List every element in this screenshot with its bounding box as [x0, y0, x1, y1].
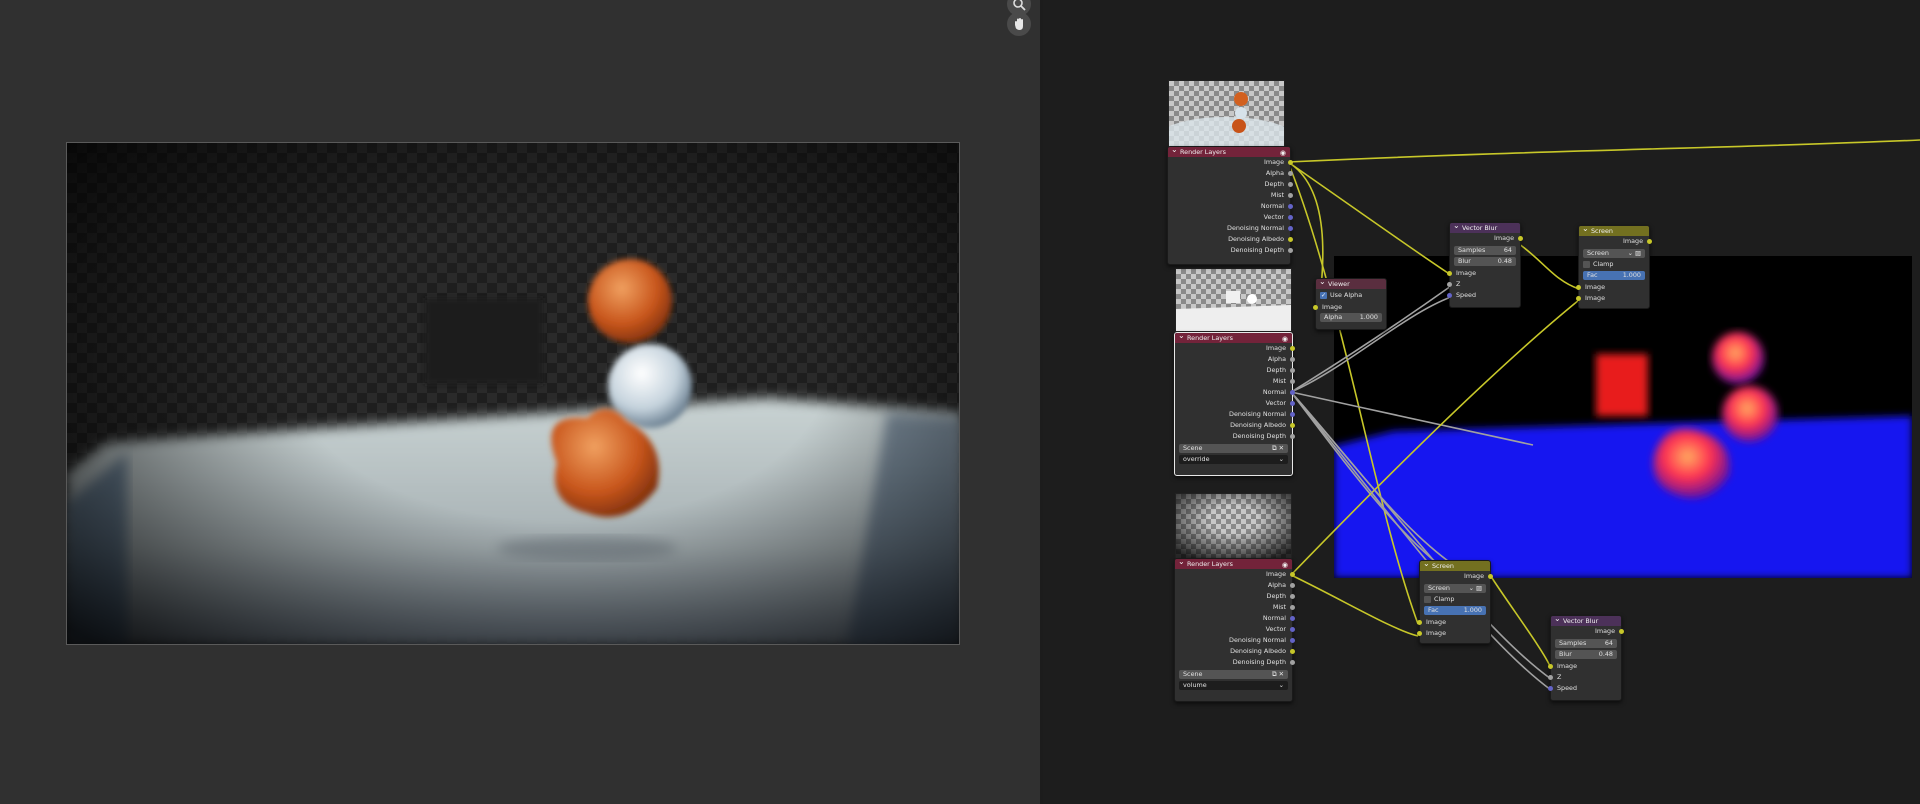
output-socket-image[interactable]: Image — [1450, 233, 1523, 244]
samples-field[interactable]: Samples 64 — [1454, 246, 1516, 255]
output-socket-alpha[interactable]: Alpha — [1175, 580, 1295, 591]
node-title: Vector Blur — [1563, 617, 1599, 625]
output-socket-denoising-normal[interactable]: Denoising Normal — [1175, 635, 1295, 646]
output-socket-mist[interactable]: Mist — [1168, 190, 1293, 201]
output-socket-image[interactable]: Image — [1579, 236, 1652, 247]
vector-blur-node-2[interactable]: Vector Blur Image Samples64 Blur0.48 Ima… — [1548, 614, 1624, 701]
input-socket-z[interactable]: Z — [1548, 672, 1621, 683]
output-socket-depth[interactable]: Depth — [1175, 365, 1295, 376]
output-socket-image[interactable]: Image — [1168, 157, 1293, 168]
output-socket-mist[interactable]: Mist — [1175, 376, 1295, 387]
link — [1290, 299, 1580, 576]
clamp-checkbox[interactable]: Clamp — [1583, 260, 1645, 269]
vector-blur-node-1[interactable]: Vector Blur Image Samples64 Blur0.48 Ima… — [1447, 221, 1523, 308]
screen-mix-node-2[interactable]: Screen Image Screen⌄ ▨ Clamp Fac1.000 Im… — [1417, 559, 1493, 644]
layer-selector[interactable]: override ⌄ — [1179, 455, 1288, 464]
link — [1290, 574, 1419, 637]
output-socket-normal[interactable]: Normal — [1175, 387, 1295, 398]
blur-field[interactable]: Blur 0.48 — [1454, 257, 1516, 266]
link — [1287, 139, 1920, 163]
output-socket-depth[interactable]: Depth — [1175, 591, 1295, 602]
output-socket-normal[interactable]: Normal — [1175, 613, 1295, 624]
output-socket-image[interactable]: Image — [1420, 571, 1493, 582]
node-header[interactable]: Vector Blur — [1450, 221, 1520, 233]
input-socket-image[interactable]: Image — [1313, 302, 1386, 313]
node-header[interactable]: Render Layers◉ — [1168, 145, 1290, 157]
node-title: Screen — [1432, 562, 1454, 570]
viewer-node[interactable]: Viewer ✓Use Alpha Image Alpha1.000 — [1313, 277, 1387, 330]
node-title: Render Layers — [1187, 334, 1233, 342]
node-title: Render Layers — [1187, 560, 1233, 568]
input-socket-speed[interactable]: Speed — [1447, 290, 1520, 301]
blend-mode-dropdown[interactable]: Screen ⌄ ▨ — [1583, 249, 1645, 258]
input-socket-image-1[interactable]: Image — [1576, 282, 1649, 293]
output-socket-denoising-normal[interactable]: Denoising Normal — [1175, 409, 1295, 420]
link — [1287, 161, 1452, 276]
output-socket-vector[interactable]: Vector — [1175, 624, 1295, 635]
render-layers-3-preview — [1175, 493, 1292, 559]
scene-selector[interactable]: Scene ⧉ ✕ — [1179, 444, 1288, 453]
output-socket-image[interactable]: Image — [1175, 569, 1295, 580]
output-socket-denoising-depth[interactable]: Denoising Depth — [1168, 245, 1293, 256]
render-layers-2-preview — [1175, 268, 1292, 332]
node-header[interactable]: Screen — [1579, 224, 1649, 236]
blur-field[interactable]: Blur 0.48 — [1555, 650, 1617, 659]
link — [1290, 391, 1449, 562]
clamp-checkbox[interactable]: Clamp — [1424, 595, 1486, 604]
render-layers-1-preview — [1168, 80, 1285, 148]
output-socket-denoising-albedo[interactable]: Denoising Albedo — [1175, 420, 1295, 431]
output-socket-denoising-albedo[interactable]: Denoising Albedo — [1168, 234, 1293, 245]
input-socket-image-2[interactable]: Image — [1576, 293, 1649, 304]
alpha-field[interactable]: Alpha 1.000 — [1320, 313, 1382, 322]
link — [1287, 161, 1419, 625]
node-header[interactable]: Render Layers◉ — [1175, 557, 1292, 569]
node-header[interactable]: Vector Blur — [1551, 614, 1621, 626]
link — [1514, 240, 1580, 290]
render-layers-node-3[interactable]: Render Layers◉ Image Alpha Depth Mist No… — [1174, 557, 1295, 702]
render-layers-node-2[interactable]: Render Layers◉ Image Alpha Depth Mist No… — [1174, 331, 1295, 476]
render-result-image — [66, 142, 960, 645]
output-socket-alpha[interactable]: Alpha — [1168, 168, 1293, 179]
input-socket-image-1[interactable]: Image — [1417, 617, 1490, 628]
output-socket-alpha[interactable]: Alpha — [1175, 354, 1295, 365]
blend-mode-dropdown[interactable]: Screen ⌄ ▨ — [1424, 584, 1486, 593]
input-socket-image-2[interactable]: Image — [1417, 628, 1490, 639]
output-socket-denoising-depth[interactable]: Denoising Depth — [1175, 431, 1295, 442]
layer-selector[interactable]: volume ⌄ — [1179, 681, 1288, 690]
fac-slider[interactable]: Fac 1.000 — [1424, 606, 1486, 615]
hand-icon[interactable] — [1007, 12, 1031, 36]
fac-slider[interactable]: Fac 1.000 — [1583, 271, 1645, 280]
input-socket-z[interactable]: Z — [1447, 279, 1520, 290]
samples-field[interactable]: Samples 64 — [1555, 639, 1617, 648]
output-socket-vector[interactable]: Vector — [1168, 212, 1293, 223]
node-title: Render Layers — [1180, 148, 1226, 156]
node-title: Viewer — [1328, 280, 1350, 288]
scene-selector[interactable]: Scene ⧉ ✕ — [1179, 670, 1288, 679]
input-socket-image[interactable]: Image — [1447, 268, 1520, 279]
output-socket-depth[interactable]: Depth — [1168, 179, 1293, 190]
output-socket-vector[interactable]: Vector — [1175, 398, 1295, 409]
screen-mix-node-1[interactable]: Screen Image Screen⌄ ▨ Clamp Fac1.000 Im… — [1576, 224, 1652, 309]
output-socket-denoising-normal[interactable]: Denoising Normal — [1168, 223, 1293, 234]
input-socket-speed[interactable]: Speed — [1548, 683, 1621, 694]
node-header[interactable]: Viewer — [1316, 277, 1386, 289]
output-socket-image[interactable]: Image — [1175, 343, 1295, 354]
render-preview-editor — [0, 0, 1040, 804]
compositor-node-editor[interactable]: Render Layers◉ Image Alpha Depth Mist No… — [1043, 0, 1920, 804]
output-socket-image[interactable]: Image — [1551, 626, 1624, 637]
output-socket-denoising-albedo[interactable]: Denoising Albedo — [1175, 646, 1295, 657]
use-alpha-checkbox[interactable]: ✓ Use Alpha — [1320, 291, 1382, 300]
node-header[interactable]: Render Layers◉ — [1175, 331, 1292, 343]
input-socket-image[interactable]: Image — [1548, 661, 1621, 672]
output-socket-normal[interactable]: Normal — [1168, 201, 1293, 212]
render-layers-node-1[interactable]: Render Layers◉ Image Alpha Depth Mist No… — [1167, 145, 1293, 265]
node-title: Vector Blur — [1462, 224, 1498, 232]
node-title: Screen — [1591, 227, 1613, 235]
output-socket-denoising-depth[interactable]: Denoising Depth — [1175, 657, 1295, 668]
output-socket-mist[interactable]: Mist — [1175, 602, 1295, 613]
node-header[interactable]: Screen — [1420, 559, 1490, 571]
